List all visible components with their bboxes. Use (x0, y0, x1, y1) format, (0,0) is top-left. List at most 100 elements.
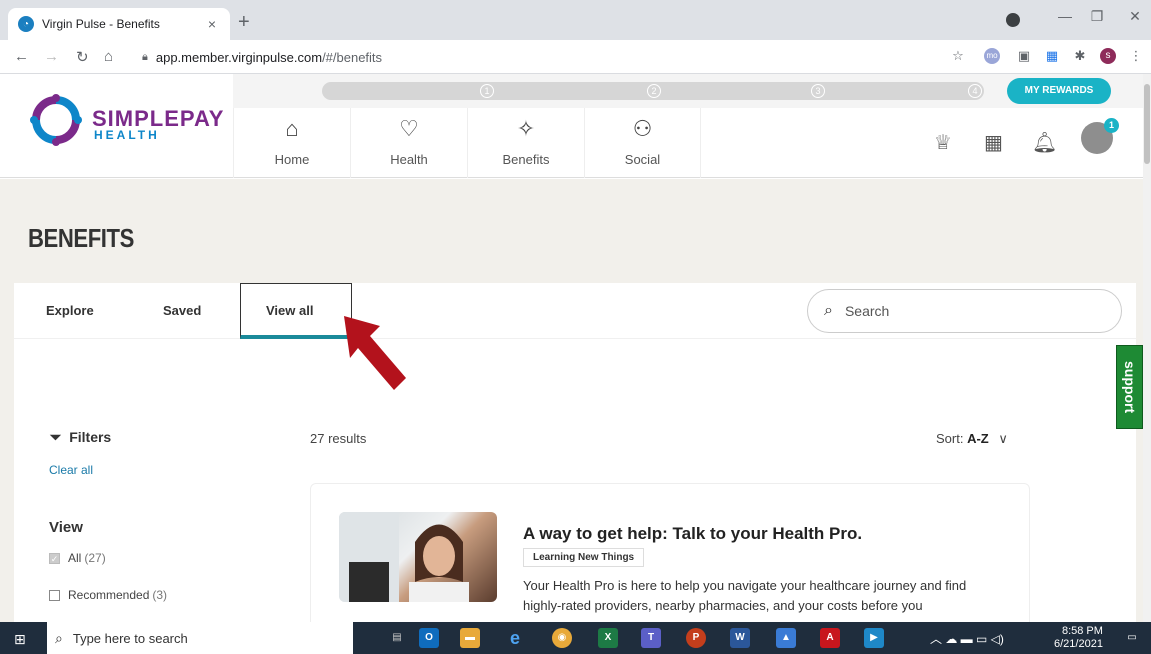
view-filter-heading: View (49, 519, 83, 536)
chrome-menu-icon[interactable]: ⋮ (1128, 48, 1144, 64)
nav-health[interactable]: ♡ Health (350, 108, 467, 178)
checkbox-recommended[interactable] (49, 589, 60, 601)
system-tray-icons[interactable]: ︿ ☁ ▬ ▭ ◁) (930, 630, 1004, 647)
task-view-icon[interactable]: ▤ (387, 628, 407, 648)
home-browser-icon[interactable]: ⌂ (104, 48, 113, 65)
progress-step-3: 3 (811, 84, 825, 98)
media-player-icon[interactable]: ▶ (864, 628, 884, 648)
headset-agent-illustration (339, 512, 469, 602)
results-count: 27 results (310, 431, 367, 446)
my-rewards-button[interactable]: MY REWARDS (1007, 78, 1111, 104)
url-path: /#/benefits (322, 49, 383, 65)
scrollbar-thumb[interactable] (1144, 84, 1150, 164)
windows-taskbar: ⊞ ⌕ Type here to search ▤ O ▬ e ◉ X T P … (0, 622, 1151, 654)
file-explorer-icon[interactable]: ▬ (460, 628, 480, 648)
windows-start-icon[interactable]: ⊞ (14, 631, 26, 648)
nav-social-label: Social (624, 152, 661, 167)
clear-all-link[interactable]: Clear all (49, 463, 93, 477)
photos-icon[interactable]: ▲ (776, 628, 796, 648)
card-title[interactable]: A way to get help: Talk to your Health P… (523, 524, 862, 544)
support-button[interactable]: support (1116, 345, 1143, 429)
tab-close-icon[interactable]: × (204, 16, 220, 32)
teams-icon[interactable]: T (641, 628, 661, 648)
tab-saved[interactable]: Saved (163, 303, 201, 318)
filter-option-recommended-label: Recommended (68, 588, 150, 602)
tab-explore[interactable]: Explore (46, 303, 94, 318)
word-icon[interactable]: W (730, 628, 750, 648)
back-icon[interactable]: ← (14, 48, 29, 65)
profile-indicator-icon[interactable] (1006, 13, 1020, 27)
progress-step-1: 1 (480, 84, 494, 98)
nav-health-label: Health (390, 152, 428, 167)
benefits-search-input[interactable]: ⌕ Search (807, 289, 1122, 333)
sort-dropdown[interactable]: Sort: A-Z ∨ (936, 431, 1008, 447)
extension-grid-icon[interactable]: ▦ (1044, 48, 1060, 64)
bell-icon[interactable]: 🔔︎ (1032, 130, 1057, 155)
excel-icon[interactable]: X (598, 628, 618, 648)
filter-funnel-icon: ⏷ (50, 429, 62, 445)
virgin-pulse-favicon-icon: ◔ (18, 16, 34, 32)
window-close-icon[interactable]: ✕ (1120, 8, 1150, 25)
restore-icon[interactable]: ❐ (1082, 8, 1112, 25)
search-icon: ⌕ (824, 302, 833, 319)
minimize-icon[interactable]: — (1050, 8, 1080, 24)
benefit-card[interactable]: A way to get help: Talk to your Health P… (310, 483, 1030, 643)
taskbar-clock[interactable]: 8:58 PM 6/21/2021 (1054, 625, 1103, 651)
main-content: BENEFITS Explore Saved View all ⌕ Search… (0, 179, 1143, 643)
tab-title: Virgin Pulse - Benefits (42, 17, 160, 31)
internet-explorer-icon[interactable]: e (505, 628, 525, 648)
people-icon: ⚇ (632, 116, 653, 141)
calendar-icon[interactable]: ▦ (984, 130, 1003, 155)
outlook-icon[interactable]: O (419, 628, 439, 648)
progress-step-4: 4 (968, 84, 982, 98)
forward-icon[interactable]: → (44, 48, 59, 65)
browser-tab[interactable]: ◔ Virgin Pulse - Benefits × (8, 8, 230, 40)
url-field[interactable]: 🔒︎ app.member.virginpulse.com/#/benefits (130, 44, 970, 70)
checkbox-all[interactable]: ✓ (49, 552, 60, 564)
sort-value: A-Z (967, 431, 989, 446)
heart-icon: ♡ (399, 116, 419, 141)
browser-tabstrip: ◔ Virgin Pulse - Benefits × + — ❐ ✕ (0, 0, 1151, 40)
nav-social[interactable]: ⚇ Social (584, 108, 701, 178)
clock-date: 6/21/2021 (1054, 638, 1103, 650)
action-center-icon[interactable]: ▭ (1122, 628, 1142, 648)
trophy-icon[interactable]: ♕ (934, 130, 952, 155)
tab-view-all-label: View all (266, 303, 314, 318)
nav-benefits[interactable]: ✧ Benefits (467, 108, 584, 178)
acrobat-icon[interactable]: A (820, 628, 840, 648)
red-arrow-annotation-icon (344, 316, 406, 390)
nav-home[interactable]: ⌂ Home (233, 108, 350, 178)
notification-badge: 1 (1104, 118, 1119, 133)
progress-step-2: 2 (647, 84, 661, 98)
reload-icon[interactable]: ↻ (76, 48, 89, 66)
search-placeholder: Search (844, 303, 890, 319)
sort-label: Sort: (936, 431, 964, 446)
filters-heading: ⏷ Filters (50, 429, 111, 446)
home-icon: ⌂ (285, 116, 299, 141)
tab-view-all[interactable]: View all (240, 283, 352, 339)
chrome-icon[interactable]: ◉ (552, 628, 572, 648)
app-header: SIMPLEPAY HEALTH 1 2 3 4 MY REWARDS ⌂ Ho… (0, 74, 1143, 178)
taskbar-search-input[interactable]: ⌕ Type here to search (47, 622, 353, 654)
nav-home-label: Home (274, 152, 310, 167)
filter-option-recommended[interactable]: Recommended (3) (49, 588, 167, 602)
bookmark-star-icon[interactable]: ☆ (950, 48, 966, 64)
extensions-puzzle-icon[interactable]: ✱ (1072, 48, 1088, 64)
clock-time: 8:58 PM (1061, 625, 1103, 637)
health-pro-photo (339, 512, 497, 602)
benefits-tabs: Explore Saved View all ⌕ Search (14, 283, 1136, 339)
filter-option-all[interactable]: ✓ All (27) (49, 551, 106, 565)
hand-star-icon: ✧ (516, 116, 536, 141)
filters-title: Filters (69, 429, 112, 445)
extension-cast-icon[interactable]: ▣ (1016, 48, 1032, 64)
logo-subtitle: HEALTH (94, 128, 160, 142)
new-tab-button[interactable]: + (238, 12, 250, 32)
simplepay-logo[interactable]: SIMPLEPAY HEALTH (30, 94, 225, 154)
page-title: BENEFITS (28, 223, 134, 253)
filter-option-all-count: (27) (84, 551, 106, 565)
chevron-down-icon: ∨ (998, 431, 1008, 446)
lock-icon: 🔒︎ (142, 50, 148, 63)
extension-mo-icon[interactable]: mo (984, 48, 1000, 64)
powerpoint-icon[interactable]: P (686, 628, 706, 648)
chrome-profile-avatar[interactable]: s (1100, 48, 1116, 64)
